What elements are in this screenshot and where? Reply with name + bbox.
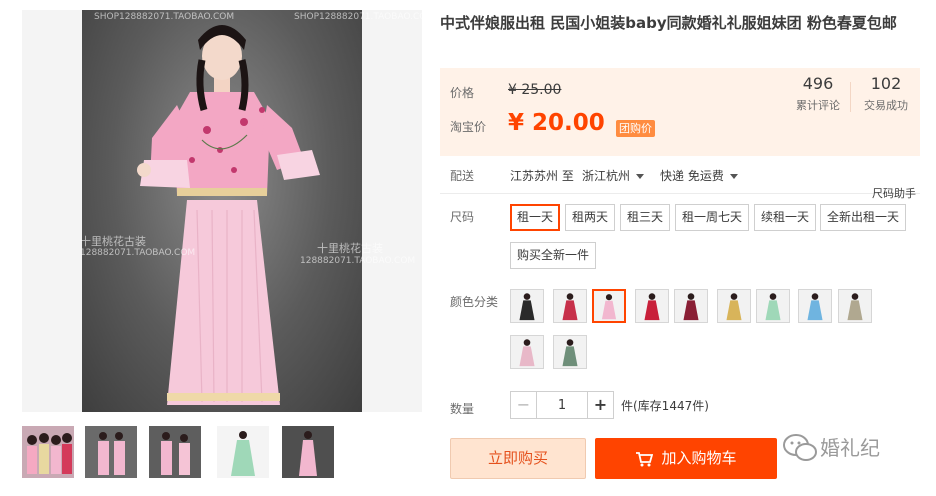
original-price-label: 价格 bbox=[450, 86, 475, 100]
section-divider bbox=[440, 193, 920, 194]
color-swatch-black[interactable] bbox=[510, 289, 544, 323]
thumbnail-strip bbox=[22, 426, 422, 482]
color-swatch-crimson[interactable] bbox=[635, 289, 669, 323]
color-swatch-mint[interactable] bbox=[756, 289, 790, 323]
shipping-origin: 江苏苏州 至 bbox=[510, 169, 574, 183]
size-label: 尺码 bbox=[450, 210, 475, 224]
swatch-thumbnail bbox=[675, 290, 707, 322]
cart-icon bbox=[636, 451, 654, 466]
sales-stat: 102 交易成功 bbox=[856, 74, 916, 113]
stat-divider bbox=[850, 82, 851, 112]
swatch-thumbnail bbox=[636, 290, 668, 322]
shipping-destination-select[interactable]: 浙江杭州 bbox=[582, 167, 645, 184]
swatch-thumbnail bbox=[757, 290, 789, 322]
wechat-icon bbox=[783, 434, 817, 461]
watermark-top-left: SHOP128882071.TAOBAO.COM bbox=[94, 12, 235, 22]
size-option-1[interactable]: 租一天 bbox=[510, 204, 561, 231]
watermark-url-right: 128882071.TAOBAO.COM bbox=[300, 256, 416, 266]
main-product-image[interactable]: SHOP128882071.TAOBAO.COM SHOP128882071.T… bbox=[22, 10, 422, 412]
swatch-thumbnail bbox=[511, 290, 543, 322]
product-title: 中式伴娘服出租 民国小姐装baby同款婚礼礼服姐妹团 粉色春夏包邮 bbox=[440, 14, 897, 32]
watermark-url-left: 128882071.TAOBAO.COM bbox=[80, 248, 196, 258]
size-option-4[interactable]: 租一周七天 bbox=[675, 204, 750, 231]
quantity-input[interactable] bbox=[538, 392, 586, 418]
size-option-2[interactable]: 租两天 bbox=[565, 204, 616, 231]
quantity-label: 数量 bbox=[450, 402, 475, 416]
swatch-thumbnail bbox=[554, 290, 586, 322]
swatch-thumbnail bbox=[594, 291, 624, 321]
add-to-cart-button[interactable]: 加入购物车 bbox=[595, 438, 777, 479]
size-option-6[interactable]: 全新出租一天 bbox=[820, 204, 907, 231]
buy-now-button[interactable]: 立即购买 bbox=[450, 438, 586, 479]
wechat-watermark: 婚礼纪 bbox=[780, 428, 920, 468]
reviews-label: 累计评论 bbox=[796, 99, 840, 112]
size-guide-link[interactable]: 尺码助手 bbox=[872, 185, 916, 201]
color-swatch-floral[interactable] bbox=[838, 289, 872, 323]
color-label: 颜色分类 bbox=[450, 295, 499, 309]
thumbnail-1[interactable] bbox=[22, 426, 74, 478]
price-panel: 价格 ¥ 25.00 淘宝价 ¥ 20.00 团购价 496 累计评论 102 … bbox=[440, 68, 920, 156]
shipping-method-select[interactable]: 快递 免运费 bbox=[660, 167, 738, 184]
reviews-stat[interactable]: 496 累计评论 bbox=[788, 74, 848, 113]
swatch-thumbnail bbox=[511, 336, 543, 368]
watermark-brand-left: 十里桃花古装 bbox=[80, 235, 146, 248]
size-option-5[interactable]: 续租一天 bbox=[754, 204, 817, 231]
sale-price-label: 淘宝价 bbox=[450, 120, 487, 134]
thumbnail-3[interactable] bbox=[149, 426, 201, 478]
original-price: ¥ 25.00 bbox=[508, 82, 562, 98]
add-to-cart-label: 加入购物车 bbox=[661, 449, 737, 467]
watermark-top-right: SHOP128882071.TAOBAO.COM bbox=[294, 12, 422, 22]
swatch-thumbnail bbox=[718, 290, 750, 322]
model-illustration bbox=[137, 25, 320, 405]
chevron-down-icon bbox=[729, 174, 738, 179]
shipping-method: 快递 免运费 bbox=[660, 169, 724, 183]
color-swatch-red[interactable] bbox=[553, 289, 587, 323]
thumbnail-2[interactable] bbox=[85, 426, 137, 478]
swatch-thumbnail bbox=[554, 336, 586, 368]
swatch-thumbnail bbox=[839, 290, 871, 322]
shipping-destination: 浙江杭州 bbox=[582, 169, 631, 183]
shipping-label: 配送 bbox=[450, 169, 475, 183]
thumbnail-5[interactable] bbox=[282, 426, 334, 478]
stock-count: 件(库存1447件) bbox=[621, 399, 709, 413]
color-swatch-blush[interactable] bbox=[510, 335, 544, 369]
color-swatch-pink[interactable] bbox=[592, 289, 626, 323]
size-option-7[interactable]: 购买全新一件 bbox=[510, 242, 597, 269]
sale-price: ¥ 20.00 bbox=[508, 110, 605, 136]
color-swatch-wine[interactable] bbox=[674, 289, 708, 323]
wechat-watermark-text: 婚礼纪 bbox=[820, 436, 880, 460]
group-buy-badge: 团购价 bbox=[616, 120, 655, 137]
quantity-stepper: − + bbox=[510, 391, 614, 419]
quantity-decrease-button[interactable]: − bbox=[511, 392, 537, 418]
thumbnail-4[interactable] bbox=[217, 426, 269, 478]
color-swatch-gold[interactable] bbox=[717, 289, 751, 323]
sales-label: 交易成功 bbox=[864, 99, 908, 112]
chevron-down-icon bbox=[636, 174, 645, 179]
swatch-thumbnail bbox=[799, 290, 831, 322]
watermark-brand-right: 十里桃花古装 bbox=[317, 242, 383, 255]
color-swatch-sky[interactable] bbox=[798, 289, 832, 323]
reviews-count: 496 bbox=[802, 74, 834, 93]
quantity-increase-button[interactable]: + bbox=[587, 392, 613, 418]
sales-count: 102 bbox=[870, 74, 902, 93]
color-swatch-jade[interactable] bbox=[553, 335, 587, 369]
size-option-3[interactable]: 租三天 bbox=[620, 204, 671, 231]
